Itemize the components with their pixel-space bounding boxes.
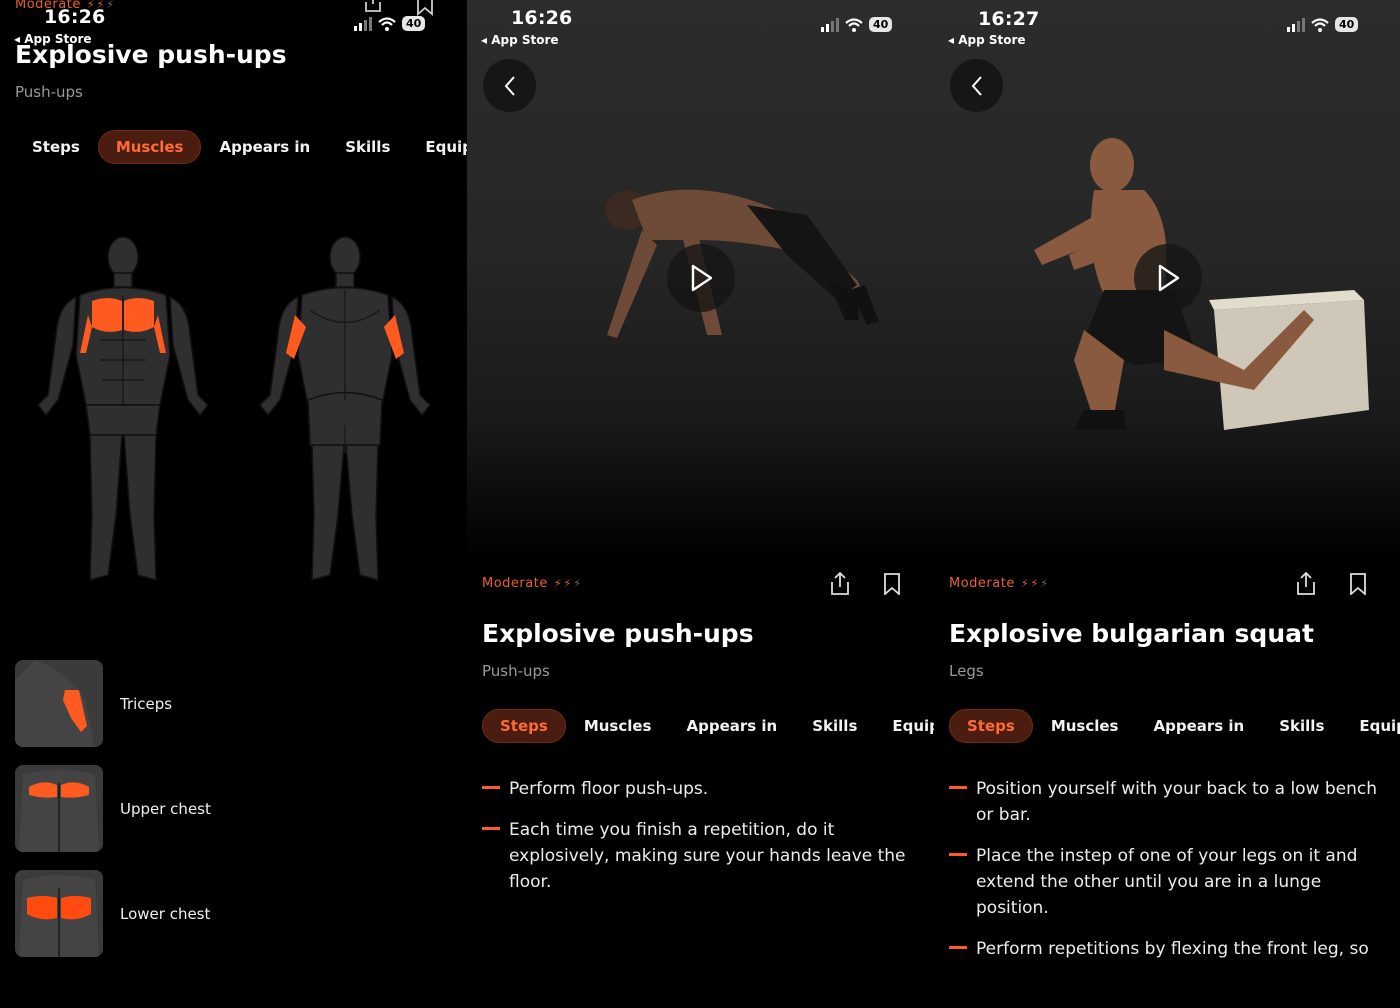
exercise-title: Explosive bulgarian squat <box>949 619 1314 648</box>
difficulty-bolts-icon: ⚡⚡⚡ <box>553 577 584 590</box>
difficulty-label: Moderate <box>482 576 548 591</box>
triceps-thumbnail-icon <box>15 660 103 747</box>
back-to-app-store[interactable]: ◂ App Store <box>948 33 1026 47</box>
bookmark-icon <box>1350 573 1366 595</box>
dash-bullet-icon <box>949 853 967 856</box>
step-text: Place the instep of one of your legs on … <box>976 846 1358 918</box>
muscle-label: Lower chest <box>120 904 211 923</box>
body-back-figure <box>258 236 432 581</box>
difficulty-label: Moderate <box>949 576 1015 591</box>
screen-pushups-steps: 16:26 ◂ App Store 40 Moderate ⚡⚡⚡ Explos… <box>467 0 934 1008</box>
difficulty-badge: Moderate ⚡⚡⚡ <box>949 576 1050 591</box>
tab-appears-in[interactable]: Appears in <box>669 710 794 742</box>
back-button[interactable] <box>950 59 1003 112</box>
tab-appears-in[interactable]: Appears in <box>1136 710 1261 742</box>
tab-muscles[interactable]: Muscles <box>97 130 202 164</box>
difficulty-bolts-icon: ⚡⚡⚡ <box>1020 577 1051 590</box>
tab-skills[interactable]: Skills <box>1262 710 1341 742</box>
status-icons: 40 <box>1287 17 1359 32</box>
battery-icon: 40 <box>1335 17 1359 32</box>
share-icon <box>1297 572 1315 595</box>
back-to-app-store[interactable]: ◂ App Store <box>481 33 559 47</box>
play-icon <box>1158 264 1180 292</box>
share-icon <box>831 572 849 595</box>
play-icon <box>691 264 713 292</box>
athlete-pushup-image <box>605 189 879 338</box>
steps-list: Perform floor push-ups. Each time you fi… <box>482 776 920 910</box>
status-time: 16:26 <box>511 7 573 29</box>
muscle-item-lower-chest[interactable]: Lower chest <box>15 870 210 957</box>
exercise-category: Push-ups <box>482 662 550 680</box>
wifi-icon <box>378 16 396 31</box>
body-front-figure <box>36 236 210 581</box>
tab-skills[interactable]: Skills <box>328 131 407 163</box>
dash-bullet-icon <box>482 827 500 830</box>
screen-bulgarian-squat-steps: 16:27 ◂ App Store 40 Moderate ⚡⚡⚡ Explos… <box>934 0 1400 1008</box>
battery-icon: 40 <box>402 16 426 31</box>
play-button[interactable] <box>1134 244 1202 312</box>
dash-bullet-icon <box>949 946 967 949</box>
bookmark-icon[interactable] <box>416 0 434 16</box>
step-item: Perform repetitions by flexing the front… <box>949 936 1386 962</box>
status-time: 16:27 <box>978 8 1040 30</box>
chevron-left-icon <box>504 75 515 96</box>
tab-equipment[interactable]: Equipme <box>1342 710 1400 742</box>
step-item: Each time you finish a repetition, do it… <box>482 817 920 895</box>
bookmark-button[interactable] <box>879 571 905 597</box>
step-text: Each time you finish a repetition, do it… <box>509 820 906 892</box>
step-text: Perform repetitions by flexing the front… <box>976 939 1369 959</box>
dash-bullet-icon <box>482 786 500 789</box>
tab-bar: Steps Muscles Appears in Skills Equipme <box>482 709 934 743</box>
step-item: Position yourself with your back to a lo… <box>949 776 1386 828</box>
bookmark-icon <box>884 573 900 595</box>
dash-bullet-icon <box>949 786 967 789</box>
step-text: Position yourself with your back to a lo… <box>976 779 1378 825</box>
steps-list: Position yourself with your back to a lo… <box>949 776 1386 977</box>
screen-muscles: Moderate ⚡⚡⚡ 16:26 ◂ App Store 40 Explos… <box>0 0 467 1008</box>
muscle-label: Upper chest <box>120 799 211 818</box>
tab-bar: Steps Muscles Appears in Skills Equipme <box>949 709 1400 743</box>
play-button[interactable] <box>667 244 735 312</box>
tab-muscles[interactable]: Muscles <box>567 710 669 742</box>
tab-muscles[interactable]: Muscles <box>1034 710 1136 742</box>
signal-icon <box>354 16 372 31</box>
upper-chest-thumbnail-icon <box>15 765 103 852</box>
step-item: Place the instep of one of your legs on … <box>949 843 1386 921</box>
share-button[interactable] <box>1293 571 1319 597</box>
exercise-title: Explosive push-ups <box>482 619 754 648</box>
tab-skills[interactable]: Skills <box>795 710 874 742</box>
muscle-item-triceps[interactable]: Triceps <box>15 660 172 747</box>
share-button[interactable] <box>827 571 853 597</box>
muscle-item-upper-chest[interactable]: Upper chest <box>15 765 211 852</box>
share-icon[interactable] <box>362 0 384 14</box>
chevron-left-icon <box>971 75 982 96</box>
tab-steps[interactable]: Steps <box>482 709 566 743</box>
difficulty-badge: Moderate ⚡⚡⚡ <box>482 576 583 591</box>
tab-steps[interactable]: Steps <box>15 131 97 163</box>
step-text: Perform floor push-ups. <box>509 779 709 799</box>
exercise-category: Push-ups <box>15 83 83 101</box>
status-icons: 40 <box>354 16 426 31</box>
exercise-video[interactable] <box>467 0 934 560</box>
wifi-icon <box>1311 17 1329 32</box>
tab-appears-in[interactable]: Appears in <box>202 131 327 163</box>
signal-icon <box>821 17 839 32</box>
exercise-category: Legs <box>949 662 984 680</box>
step-item: Perform floor push-ups. <box>482 776 920 802</box>
signal-icon <box>1287 17 1305 32</box>
tab-equipment[interactable]: Equipme <box>875 710 934 742</box>
bookmark-button[interactable] <box>1345 571 1371 597</box>
battery-icon: 40 <box>869 17 893 32</box>
tab-bar: Steps Muscles Appears in Skills Equipme <box>15 130 467 164</box>
wifi-icon <box>845 17 863 32</box>
lower-chest-thumbnail-icon <box>15 870 103 957</box>
tab-steps[interactable]: Steps <box>949 709 1033 743</box>
tab-equipment[interactable]: Equipme <box>408 131 467 163</box>
status-icons: 40 <box>821 17 893 32</box>
muscle-label: Triceps <box>120 694 173 713</box>
exercise-title: Explosive push-ups <box>15 40 287 69</box>
back-button[interactable] <box>483 59 536 112</box>
exercise-video[interactable] <box>934 0 1400 560</box>
status-time: 16:26 <box>44 6 106 28</box>
